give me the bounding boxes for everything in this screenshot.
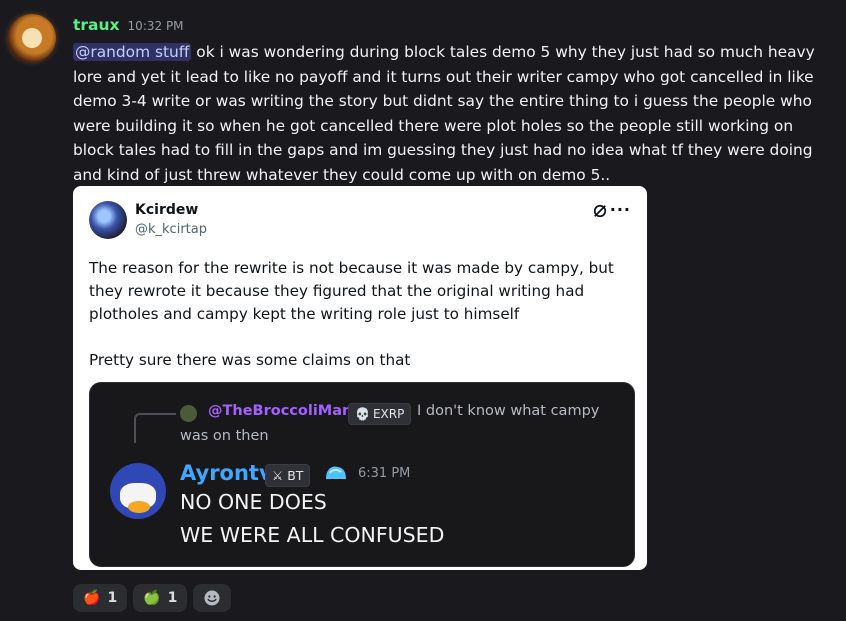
message-header: traux 10:32 PM: [73, 16, 184, 38]
quoted-line-1: NO ONE DOES: [180, 490, 327, 514]
reaction-red-apple[interactable]: 🍎 1: [73, 584, 128, 612]
tweet-author-handle[interactable]: @k_kcirtap: [135, 222, 207, 237]
quoted-author-avatar: [110, 463, 166, 519]
quoted-time: 6:31 PM: [358, 466, 411, 481]
reactions: 🍎 1 🍏 1: [73, 584, 232, 612]
reply-tag: 💀 EXRP: [348, 403, 412, 425]
tweet-author-name[interactable]: Kcirdew: [135, 202, 198, 218]
quoted-author-tag: ⚔ BT: [265, 464, 311, 487]
tweet-author-avatar[interactable]: [89, 201, 127, 239]
quoted-line-2: WE WERE ALL CONFUSED: [180, 523, 445, 547]
tweet-text: The reason for the rewrite is not becaus…: [89, 259, 614, 369]
quoted-author-name: Ayrontv: [180, 461, 273, 485]
reaction-count: 1: [107, 590, 118, 606]
reply-avatar: [180, 405, 197, 422]
timestamp[interactable]: 10:32 PM: [128, 19, 184, 33]
mention[interactable]: @random stuff: [73, 43, 192, 61]
reaction-count: 1: [167, 590, 178, 606]
reply-user: @TheBroccoliMan: [208, 403, 353, 419]
username[interactable]: traux: [73, 16, 120, 34]
swords-icon: ⚔: [272, 468, 284, 483]
tweet-embed[interactable]: Kcirdew @k_kcirtap ··· The reason for th…: [73, 186, 647, 570]
more-icon[interactable]: ···: [610, 200, 631, 219]
quoted-author-tag-label: BT: [287, 468, 304, 483]
user-avatar[interactable]: [8, 14, 56, 62]
add-reaction-button[interactable]: [193, 584, 232, 612]
red-apple-icon: 🍎: [83, 590, 101, 606]
reply-tag-label: EXRP: [372, 407, 405, 421]
reply-text-line-1: I don't know what campy: [417, 403, 600, 419]
slime-icon: [326, 466, 346, 479]
reply-text-line-2: was on then: [180, 428, 269, 444]
message-text: ok i was wondering during block tales de…: [73, 43, 815, 184]
reaction-green-apple[interactable]: 🍏 1: [133, 584, 188, 612]
link-icon[interactable]: [591, 202, 609, 220]
smile-icon: [204, 590, 220, 606]
embedded-screenshot: @TheBroccoliMan 💀 EXRP I don't know what…: [89, 382, 635, 567]
reply-connector: [134, 413, 176, 443]
green-apple-icon: 🍏: [143, 590, 161, 606]
message-content: @random stuff ok i was wondering during …: [73, 40, 833, 187]
skull-icon: 💀: [355, 407, 370, 421]
